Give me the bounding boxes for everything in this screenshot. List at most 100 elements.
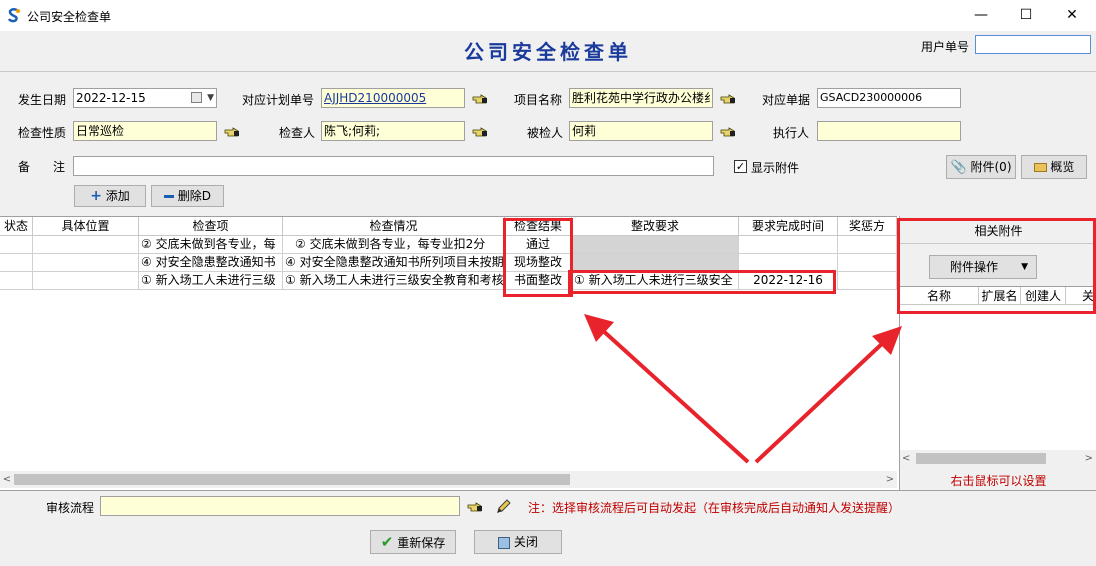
pointing-hand-icon[interactable] (467, 501, 483, 513)
pointing-hand-icon[interactable] (720, 126, 736, 138)
column-header[interactable]: 扩展名 (979, 287, 1021, 305)
attachment-ops-dropdown[interactable]: 附件操作 ▼ (929, 255, 1037, 279)
title-bar: 公司安全检查单 — ☐ ✕ (0, 0, 1096, 31)
column-header[interactable]: 关 (1066, 287, 1096, 305)
table-cell[interactable]: ④ 对安全隐患整改通知书所列项目未按期 (283, 254, 505, 272)
inspection-nature-field[interactable]: 日常巡检 (73, 121, 217, 141)
table-cell[interactable] (838, 272, 897, 290)
pointing-hand-icon[interactable] (472, 93, 488, 105)
inspection-grid[interactable]: 状态 具体位置 检查项 检查情况 检查结果 整改要求 要求完成时间 奖惩方 ② … (0, 216, 897, 490)
table-cell[interactable] (838, 236, 897, 254)
inspector-field[interactable]: 陈飞;何莉; (321, 121, 465, 141)
chevron-down-icon: ▼ (1021, 262, 1028, 272)
column-header[interactable]: 检查情况 (283, 217, 505, 236)
plan-number-field[interactable]: AJJHD210000005 (321, 88, 465, 108)
column-header[interactable]: 整改要求 (572, 217, 739, 236)
date-picker[interactable]: 2022-12-15 ▼ (73, 88, 217, 108)
attachments-button[interactable]: 📎 附件(0) (946, 155, 1016, 179)
column-header[interactable]: 要求完成时间 (739, 217, 838, 236)
table-cell[interactable]: ① 新入场工人未进行三级安全 (572, 272, 739, 290)
show-attachments-checkbox[interactable]: ✓ (734, 160, 747, 173)
table-cell[interactable] (33, 236, 139, 254)
table-cell[interactable] (739, 236, 838, 254)
executor-label: 执行人 (773, 126, 810, 140)
remark-input[interactable] (73, 156, 714, 176)
preview-button-label: 概览 (1050, 160, 1075, 174)
close-button[interactable]: 关闭 (474, 530, 562, 554)
inspection-nature-label: 检查性质 (18, 126, 67, 140)
column-header[interactable]: 状态 (0, 217, 33, 236)
calendar-icon[interactable] (191, 92, 202, 103)
pointing-hand-icon[interactable] (224, 126, 240, 138)
scroll-right-icon[interactable]: > (883, 471, 897, 488)
edit-pen-icon[interactable] (495, 497, 513, 515)
remark-label-2: 注 (53, 160, 66, 174)
scroll-left-icon[interactable]: < (902, 450, 910, 467)
inspector-label: 检查人 (279, 126, 316, 140)
related-doc-field[interactable]: GSACD230000006 (817, 88, 961, 108)
app-logo-icon (7, 8, 20, 23)
approval-flow-field[interactable] (100, 496, 460, 516)
table-cell[interactable] (0, 236, 33, 254)
add-button-label: 添加 (105, 189, 130, 203)
pointing-hand-icon[interactable] (472, 126, 488, 138)
project-name-label: 项目名称 (514, 93, 563, 107)
exit-door-icon (498, 536, 511, 549)
table-cell[interactable]: ② 交底未做到各专业，每专业扣2分 (283, 236, 505, 254)
close-window-button[interactable]: ✕ (1049, 0, 1095, 31)
table-cell[interactable] (33, 254, 139, 272)
minimize-button[interactable]: — (958, 0, 1004, 31)
column-header[interactable]: 创建人 (1021, 287, 1066, 305)
inspected-person-field[interactable]: 何莉 (569, 121, 713, 141)
table-cell[interactable]: 现场整改 (505, 254, 572, 272)
attachments-list[interactable]: 名称 扩展名 创建人 关 (900, 286, 1096, 466)
table-cell[interactable]: 2022-12-16 (739, 272, 838, 290)
table-cell[interactable]: ① 新入场工人未进行三级 (139, 272, 283, 290)
table-cell[interactable]: ② 交底未做到各专业，每 (139, 236, 283, 254)
table-cell[interactable]: 通过 (505, 236, 572, 254)
scrollbar-thumb[interactable] (14, 474, 570, 485)
remark-label-1: 备 (18, 160, 31, 174)
table-cell[interactable] (572, 254, 739, 272)
approval-flow-label: 审核流程 (46, 501, 95, 515)
table-cell[interactable]: 书面整改 (505, 272, 572, 290)
divider (0, 71, 1096, 72)
table-cell[interactable] (739, 254, 838, 272)
attachments-hint: 右击鼠标可以设置 (950, 474, 1047, 488)
column-header[interactable]: 检查项 (139, 217, 283, 236)
table-cell[interactable] (0, 272, 33, 290)
column-header[interactable]: 具体位置 (33, 217, 139, 236)
plan-number-label: 对应计划单号 (242, 93, 315, 107)
column-header[interactable]: 名称 (900, 287, 979, 305)
executor-field[interactable] (817, 121, 961, 141)
add-button[interactable]: + 添加 (74, 185, 146, 207)
table-cell[interactable] (838, 254, 897, 272)
attachments-panel: 相关附件 附件操作 ▼ 名称 扩展名 创建人 关 < > 右击鼠标可以设置 (899, 216, 1096, 490)
scroll-left-icon[interactable]: < (0, 471, 14, 488)
attachments-scrollbar[interactable]: < > (900, 450, 1096, 467)
table-cell[interactable] (0, 254, 33, 272)
resave-button[interactable]: ✔ 重新保存 (370, 530, 456, 554)
scrollbar-thumb[interactable] (916, 453, 1046, 464)
table-cell[interactable] (33, 272, 139, 290)
plus-icon: + (90, 188, 102, 204)
minus-icon (163, 195, 174, 198)
chevron-down-icon[interactable]: ▼ (207, 89, 214, 107)
table-cell[interactable]: ④ 对安全隐患整改通知书 (139, 254, 283, 272)
show-attachments-label: 显示附件 (751, 161, 800, 175)
delete-button[interactable]: 删除D (151, 185, 224, 207)
attachments-panel-title: 相关附件 (974, 224, 1023, 238)
maximize-button[interactable]: ☐ (1003, 0, 1049, 31)
paperclip-icon: 📎 (950, 160, 967, 175)
scroll-right-icon[interactable]: > (1085, 450, 1093, 467)
pointing-hand-icon[interactable] (720, 93, 736, 105)
preview-button[interactable]: 概览 (1021, 155, 1087, 179)
user-number-input[interactable] (975, 35, 1091, 54)
column-header[interactable]: 检查结果 (505, 217, 572, 236)
table-cell[interactable]: ① 新入场工人未进行三级安全教育和考核 (283, 272, 505, 290)
column-header[interactable]: 奖惩方 (838, 217, 897, 236)
project-name-field[interactable]: 胜利花苑中学行政办公楼纟 (569, 88, 713, 108)
table-cell[interactable] (572, 236, 739, 254)
grid-horizontal-scrollbar[interactable]: < > (0, 471, 897, 488)
divider (900, 243, 1096, 244)
